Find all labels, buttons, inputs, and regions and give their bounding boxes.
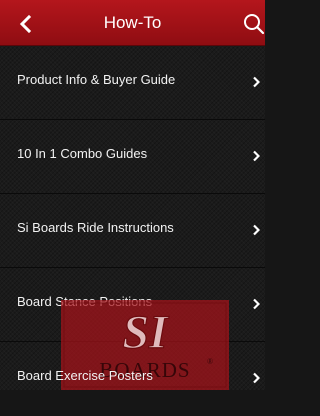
menu-item-label: Product Info & Buyer Guide	[17, 72, 176, 87]
menu-item-label: Board Stance Positions	[17, 294, 153, 309]
back-chevron-icon[interactable]	[18, 15, 34, 33]
chevron-right-icon	[253, 76, 260, 88]
menu-item-product-info[interactable]: Product Info & Buyer Guide	[0, 46, 265, 120]
search-icon[interactable]	[242, 13, 265, 35]
menu-item-exercise-posters[interactable]: Board Exercise Posters	[0, 342, 265, 416]
chevron-right-icon	[253, 372, 260, 384]
chevron-right-icon	[253, 150, 260, 162]
chevron-right-icon	[253, 298, 260, 310]
menu-item-label: Si Boards Ride Instructions	[17, 220, 174, 235]
page-title: How-To	[103, 13, 162, 32]
menu-item-stance-positions[interactable]: Board Stance Positions	[0, 268, 265, 342]
chevron-right-icon	[253, 224, 260, 236]
menu-list: Product Info & Buyer Guide 10 In 1 Combo…	[0, 46, 265, 390]
menu-item-label: 10 In 1 Combo Guides	[17, 146, 148, 161]
menu-item-label: Board Exercise Posters	[17, 368, 153, 383]
menu-item-combo-guides[interactable]: 10 In 1 Combo Guides	[0, 120, 265, 194]
top-nav-bar: How-To	[0, 0, 265, 46]
menu-item-ride-instructions[interactable]: Si Boards Ride Instructions	[0, 194, 265, 268]
